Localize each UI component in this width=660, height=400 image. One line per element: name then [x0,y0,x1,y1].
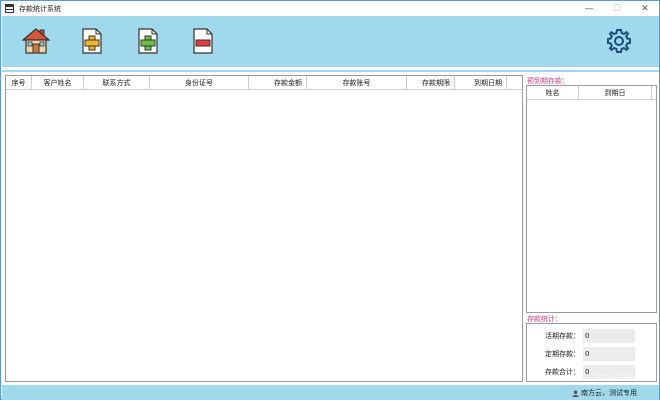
column-header-customer-name[interactable]: 客户姓名 [32,76,84,90]
minimize-button[interactable]: — [575,1,603,16]
stat-label-fixed: 定期存款： [545,350,580,358]
add-document-green-icon [138,28,158,54]
column-header-term[interactable]: 存款期限 [407,76,455,90]
add-deposit-button[interactable] [77,25,107,57]
column-header-contact[interactable]: 联系方式 [84,76,150,90]
status-bar: 南方云，测试专用 [2,385,659,400]
stat-row-fixed: 定期存款： 0 [527,347,658,362]
remove-document-icon [193,28,213,54]
table-header: 序号 客户姓名 联系方式 身份证号 存款金额 存款账号 存款期限 到期日期 [6,76,522,90]
add-record-button[interactable] [133,25,163,57]
settings-button[interactable] [604,25,634,57]
stat-label-total: 存款合计： [545,368,580,376]
title-bar[interactable]: 存款统计系统 — ☐ ✕ [1,1,659,16]
column-header-index[interactable]: 序号 [6,76,32,90]
column-header-amount[interactable]: 存款金额 [249,76,307,90]
add-document-yellow-icon [82,28,102,54]
status-user-text: 南方云，测试专用 [581,389,637,397]
stat-value-fixed: 0 [583,347,635,361]
toolbar [2,16,659,67]
watermark: https://blog.csdn [594,373,653,381]
close-button[interactable]: ✕ [631,1,659,16]
deposit-table[interactable]: 序号 客户姓名 联系方式 身份证号 存款金额 存款账号 存款期限 到期日期 [5,75,523,382]
app-window: 存款统计系统 — ☐ ✕ 序号 客户姓名 联系方式 身份证号 存款金额 存款账号… [0,0,660,400]
expiring-list[interactable]: 姓名 到期日 [526,85,657,313]
column-header-id-number[interactable]: 身份证号 [150,76,249,90]
gear-icon [607,29,631,53]
stat-label-demand: 活期存款： [545,332,580,340]
remove-record-button[interactable] [188,25,218,57]
status-user: 南方云，测试专用 [572,388,637,398]
user-icon [572,389,579,397]
column-header-account[interactable]: 存款账号 [307,76,407,90]
column-header-due-date[interactable]: 到期日期 [455,76,507,90]
maximize-button[interactable]: ☐ [603,1,631,16]
toolbar-divider-accent [2,70,659,72]
window-controls: — ☐ ✕ [575,1,659,16]
column-header-name[interactable]: 姓名 [527,86,579,100]
expiring-list-header: 姓名 到期日 [527,86,656,100]
app-icon [5,4,14,13]
column-header-expiry[interactable]: 到期日 [579,86,652,100]
house-icon [22,28,50,54]
home-button[interactable] [21,25,51,57]
stat-row-demand: 活期存款： 0 [527,329,658,344]
window-title: 存款统计系统 [19,4,61,13]
stat-value-demand: 0 [583,329,635,343]
